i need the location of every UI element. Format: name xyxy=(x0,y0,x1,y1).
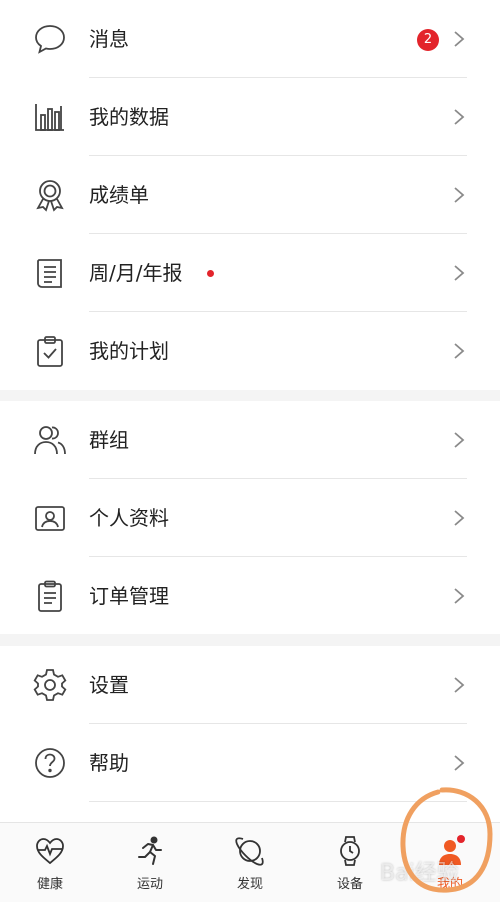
menu-section-3: 设置 帮助 xyxy=(0,646,500,822)
bottom-tab-bar: 健康 运动 发现 设备 我的 xyxy=(0,822,500,902)
menu-item-label: 订单管理 xyxy=(89,584,169,608)
menu-item-label: 设置 xyxy=(89,673,129,697)
menu-item-label: 帮助 xyxy=(89,751,129,775)
report-icon xyxy=(37,259,62,288)
clipboard-check-icon xyxy=(37,336,63,367)
tab-label: 发现 xyxy=(236,877,263,892)
menu-item-label: 我的数据 xyxy=(89,105,169,129)
menu-section-2: 群组 个人资料 订单管理 xyxy=(0,401,500,634)
tab-label: 我的 xyxy=(436,877,463,892)
menu-item-label: 群组 xyxy=(89,428,129,452)
group-icon xyxy=(34,426,66,455)
chevron-right-icon xyxy=(454,265,465,281)
tab-label: 设备 xyxy=(336,877,363,892)
tab-me[interactable]: 我的 xyxy=(400,823,500,902)
menu-item-report-card[interactable]: 成绩单 xyxy=(0,156,500,234)
tab-label: 健康 xyxy=(36,877,63,892)
help-icon xyxy=(35,748,65,778)
planet-icon xyxy=(235,837,264,866)
chevron-right-icon xyxy=(454,109,465,125)
watch-icon xyxy=(340,836,360,866)
tab-health[interactable]: 健康 xyxy=(0,823,100,902)
unread-badge: 2 xyxy=(417,29,439,51)
heart-pulse-icon xyxy=(36,838,64,865)
menu-item-label: 成绩单 xyxy=(89,183,149,207)
order-list-icon xyxy=(38,580,62,612)
menu-item-label: 消息 xyxy=(89,27,129,51)
menu-item-label: 个人资料 xyxy=(89,506,169,530)
chevron-right-icon xyxy=(454,187,465,203)
tab-exercise[interactable]: 运动 xyxy=(100,823,200,902)
chevron-right-icon xyxy=(454,510,465,526)
menu-section-1: 消息 2 我的数据 成绩单 周/月/年报 我的计划 xyxy=(0,0,500,390)
menu-item-label: 周/月/年报 xyxy=(89,261,183,285)
tab-discover[interactable]: 发现 xyxy=(200,823,300,902)
running-icon xyxy=(138,836,162,865)
menu-item-messages[interactable]: 消息 2 xyxy=(0,0,500,78)
chevron-right-icon xyxy=(454,432,465,448)
menu-item-reports[interactable]: 周/月/年报 xyxy=(0,234,500,312)
menu-item-my-data[interactable]: 我的数据 xyxy=(0,78,500,156)
chat-bubble-icon xyxy=(35,25,65,54)
chevron-right-icon xyxy=(454,31,465,47)
notification-dot xyxy=(457,835,465,843)
new-indicator-dot xyxy=(207,270,214,277)
divider xyxy=(89,801,467,802)
tab-devices[interactable]: 设备 xyxy=(300,823,400,902)
menu-item-settings[interactable]: 设置 xyxy=(0,646,500,724)
bar-chart-icon xyxy=(35,104,64,131)
id-card-icon xyxy=(35,506,65,531)
menu-item-orders[interactable]: 订单管理 xyxy=(0,557,500,635)
menu-item-help[interactable]: 帮助 xyxy=(0,724,500,802)
chevron-right-icon xyxy=(454,588,465,604)
medal-icon xyxy=(36,180,64,212)
menu-item-profile[interactable]: 个人资料 xyxy=(0,479,500,557)
chevron-right-icon xyxy=(454,343,465,359)
menu-item-my-plan[interactable]: 我的计划 xyxy=(0,312,500,390)
menu-item-groups[interactable]: 群组 xyxy=(0,401,500,479)
tab-label: 运动 xyxy=(136,877,163,892)
menu-item-label: 我的计划 xyxy=(89,339,169,363)
chevron-right-icon xyxy=(454,755,465,771)
chevron-right-icon xyxy=(454,677,465,693)
gear-icon xyxy=(33,669,67,701)
